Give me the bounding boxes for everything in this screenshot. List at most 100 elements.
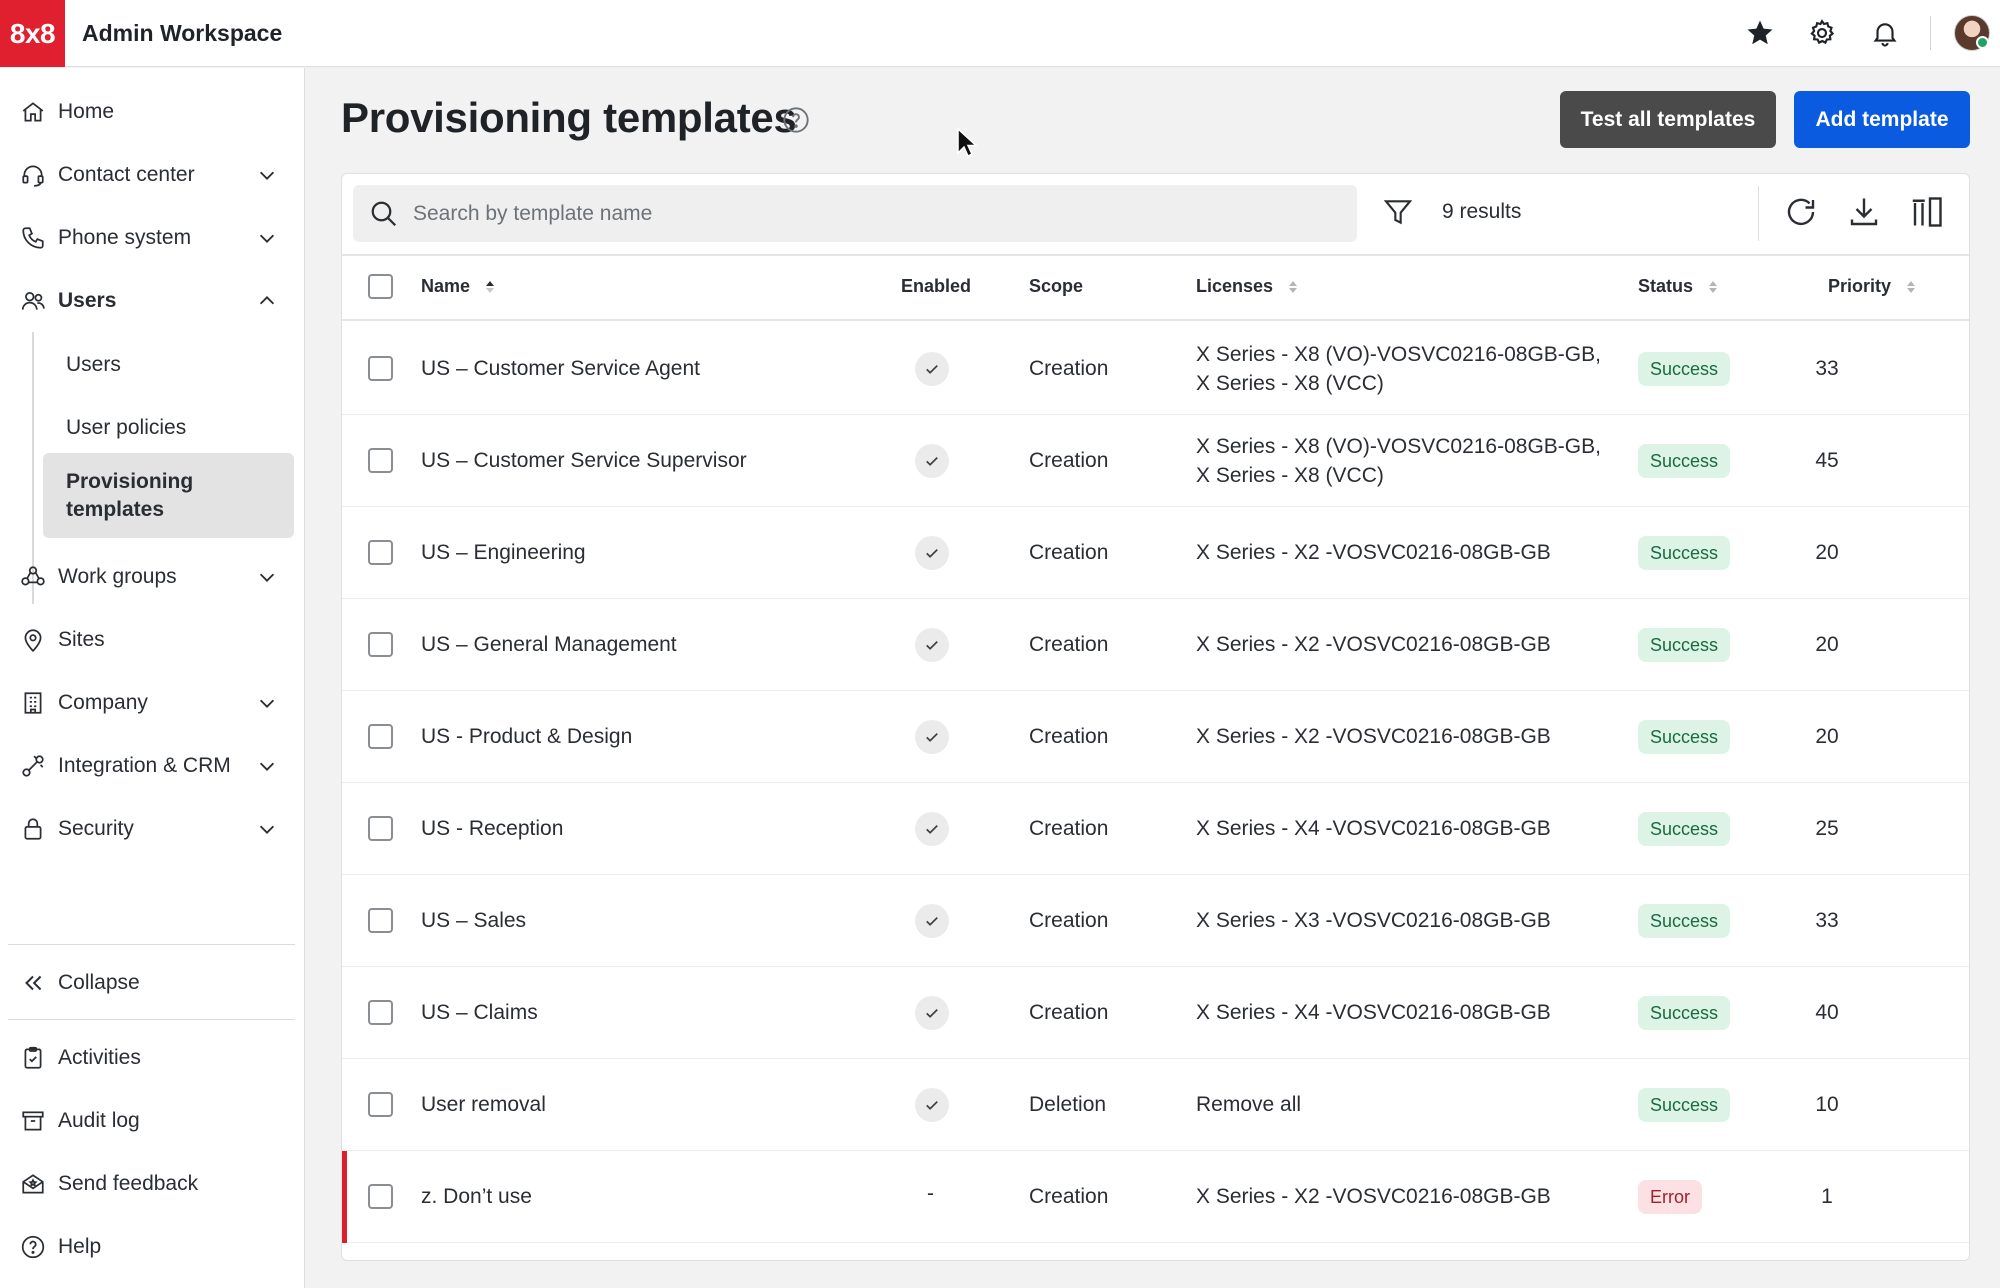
template-name[interactable]: US – Customer Service Agent: [421, 354, 700, 383]
template-priority: 45: [1815, 449, 1839, 472]
sidebar-item-home[interactable]: Home: [0, 86, 305, 138]
template-priority: 1: [1821, 1185, 1833, 1208]
template-name[interactable]: US – Claims: [421, 998, 538, 1027]
template-licenses: X Series - X8 (VO)-VOSVC0216-08GB-GB, X S…: [1196, 432, 1616, 490]
sidebar-item-contact-center[interactable]: Contact center: [0, 149, 305, 201]
app-title: Admin Workspace: [82, 20, 283, 46]
users-icon: [21, 292, 45, 310]
sidebar-item-phone-system[interactable]: Phone system: [0, 212, 305, 264]
refresh-icon[interactable]: [1783, 194, 1819, 230]
help-icon[interactable]: [782, 106, 810, 134]
status-badge: Success: [1638, 536, 1731, 570]
test-all-templates-button[interactable]: Test all templates: [1560, 91, 1776, 148]
row-checkbox[interactable]: [368, 540, 393, 565]
star-icon[interactable]: [1742, 15, 1778, 51]
sidebar-item-activities[interactable]: Activities: [0, 1032, 305, 1084]
table-row[interactable]: US – Customer Service Agent Creation X Ser…: [342, 323, 1969, 415]
sidebar-item-users[interactable]: Users: [0, 275, 305, 327]
row-checkbox[interactable]: [368, 632, 393, 657]
template-scope: Creation: [1029, 633, 1109, 656]
gear-icon[interactable]: [1804, 15, 1840, 51]
sidebar-item-integration-crm[interactable]: Integration & CRM: [0, 740, 305, 792]
row-checkbox[interactable]: [368, 356, 393, 381]
check-icon: [926, 1101, 938, 1110]
column-header-label: Enabled: [901, 276, 972, 296]
online-status-dot: [1976, 36, 1989, 49]
row-checkbox[interactable]: [368, 1000, 393, 1025]
status-badge: Success: [1638, 720, 1731, 754]
table-row[interactable]: US – Sales Creation X Series - X3 -VOSVC02…: [342, 875, 1969, 967]
table-row[interactable]: US – Customer Service Supervisor Creation…: [342, 415, 1969, 507]
template-priority: 33: [1815, 909, 1839, 932]
check-icon: [926, 365, 938, 374]
template-priority: 20: [1815, 725, 1839, 748]
mouse-cursor-icon: [957, 127, 978, 158]
template-name[interactable]: z. Don’t use: [421, 1182, 532, 1211]
feedback-icon: [22, 1174, 44, 1194]
sidebar-item-label: Integration & CRM: [58, 754, 231, 777]
sidebar-item-work-groups[interactable]: Work groups: [0, 551, 305, 603]
search-input[interactable]: [413, 185, 1343, 242]
template-priority: 10: [1815, 1093, 1839, 1116]
license-line: X Series - X2 -VOSVC0216-08GB-GB: [1196, 633, 1551, 656]
sidebar-item-sites[interactable]: Sites: [0, 614, 305, 666]
table-row[interactable]: User removal Deletion Remove all Success 10: [342, 1059, 1969, 1151]
row-checkbox[interactable]: [368, 724, 393, 749]
status-badge: Success: [1638, 444, 1731, 478]
enabled-indicator: [915, 352, 949, 386]
template-name[interactable]: User removal: [421, 1090, 546, 1119]
sidebar-item-audit-log[interactable]: Audit log: [0, 1095, 305, 1147]
table-row[interactable]: US – General Management Creation X Series …: [342, 599, 1969, 691]
archive-icon: [22, 1111, 44, 1131]
sidebar-item-send-feedback[interactable]: Send feedback: [0, 1158, 305, 1210]
chevron-down-icon: [259, 825, 275, 834]
row-checkbox[interactable]: [368, 1092, 393, 1117]
license-line: Remove all: [1196, 1093, 1302, 1116]
template-name[interactable]: US – Engineering: [421, 538, 586, 567]
sort-ascending-icon: [486, 280, 495, 293]
column-header-priority[interactable]: Priority: [1828, 276, 1917, 297]
column-header-status[interactable]: Status: [1638, 276, 1719, 297]
column-header-name[interactable]: Name: [421, 276, 496, 297]
template-priority: 20: [1815, 633, 1839, 656]
table-row[interactable]: US – Claims Creation X Series - X4 -VOSVC0…: [342, 967, 1969, 1059]
template-name[interactable]: US – General Management: [421, 630, 677, 659]
search-icon: [371, 201, 397, 227]
sidebar-item-company[interactable]: Company: [0, 677, 305, 729]
collapse-button[interactable]: Collapse: [0, 957, 305, 1009]
template-licenses: X Series - X8 (VO)-VOSVC0216-08GB-GB, X S…: [1196, 340, 1616, 398]
column-header-scope: Scope: [1029, 276, 1083, 297]
template-name[interactable]: US – Customer Service Supervisor: [421, 446, 747, 475]
template-name[interactable]: US – Sales: [421, 906, 526, 935]
chevron-down-icon: [259, 234, 275, 243]
download-icon[interactable]: [1846, 194, 1882, 230]
table-row[interactable]: US - Product & Design Creation X Series - …: [342, 691, 1969, 783]
select-all-checkbox[interactable]: [368, 274, 393, 299]
add-template-button[interactable]: Add template: [1794, 91, 1970, 148]
sidebar-subitem-provisioning-templates[interactable]: Provisioning templates: [43, 453, 294, 538]
column-header-licenses[interactable]: Licenses: [1196, 276, 1299, 297]
table-row[interactable]: US – Engineering Creation X Series - X2 -V…: [342, 507, 1969, 599]
template-licenses: X Series - X2 -VOSVC0216-08GB-GB: [1196, 1182, 1616, 1211]
check-icon: [926, 457, 938, 466]
template-name[interactable]: US - Product & Design: [421, 722, 632, 751]
sidebar-subitem-user-policies[interactable]: User policies: [43, 401, 294, 455]
filter-icon[interactable]: [1382, 196, 1414, 228]
sidebar-item-label: Work groups: [58, 565, 177, 588]
sidebar-subitem-users[interactable]: Users: [43, 338, 294, 392]
chevron-down-icon: [259, 171, 275, 180]
template-name[interactable]: US - Reception: [421, 814, 563, 843]
row-checkbox[interactable]: [368, 448, 393, 473]
row-checkbox[interactable]: [368, 908, 393, 933]
check-icon: [926, 917, 938, 926]
brand-logo[interactable]: 8x8: [0, 0, 65, 67]
table-row[interactable]: z. Don’t use - Creation X Series - X2 -VOSV…: [342, 1151, 1969, 1243]
bell-icon[interactable]: [1867, 15, 1903, 51]
row-checkbox[interactable]: [368, 1184, 393, 1209]
table-row[interactable]: US - Reception Creation X Series - X4 -VOS…: [342, 783, 1969, 875]
row-checkbox[interactable]: [368, 816, 393, 841]
sidebar-item-help[interactable]: Help: [0, 1221, 305, 1273]
sidebar-subitem-label: Provisioning templates: [66, 469, 194, 521]
sidebar-item-security[interactable]: Security: [0, 803, 305, 855]
columns-icon[interactable]: [1909, 194, 1945, 230]
